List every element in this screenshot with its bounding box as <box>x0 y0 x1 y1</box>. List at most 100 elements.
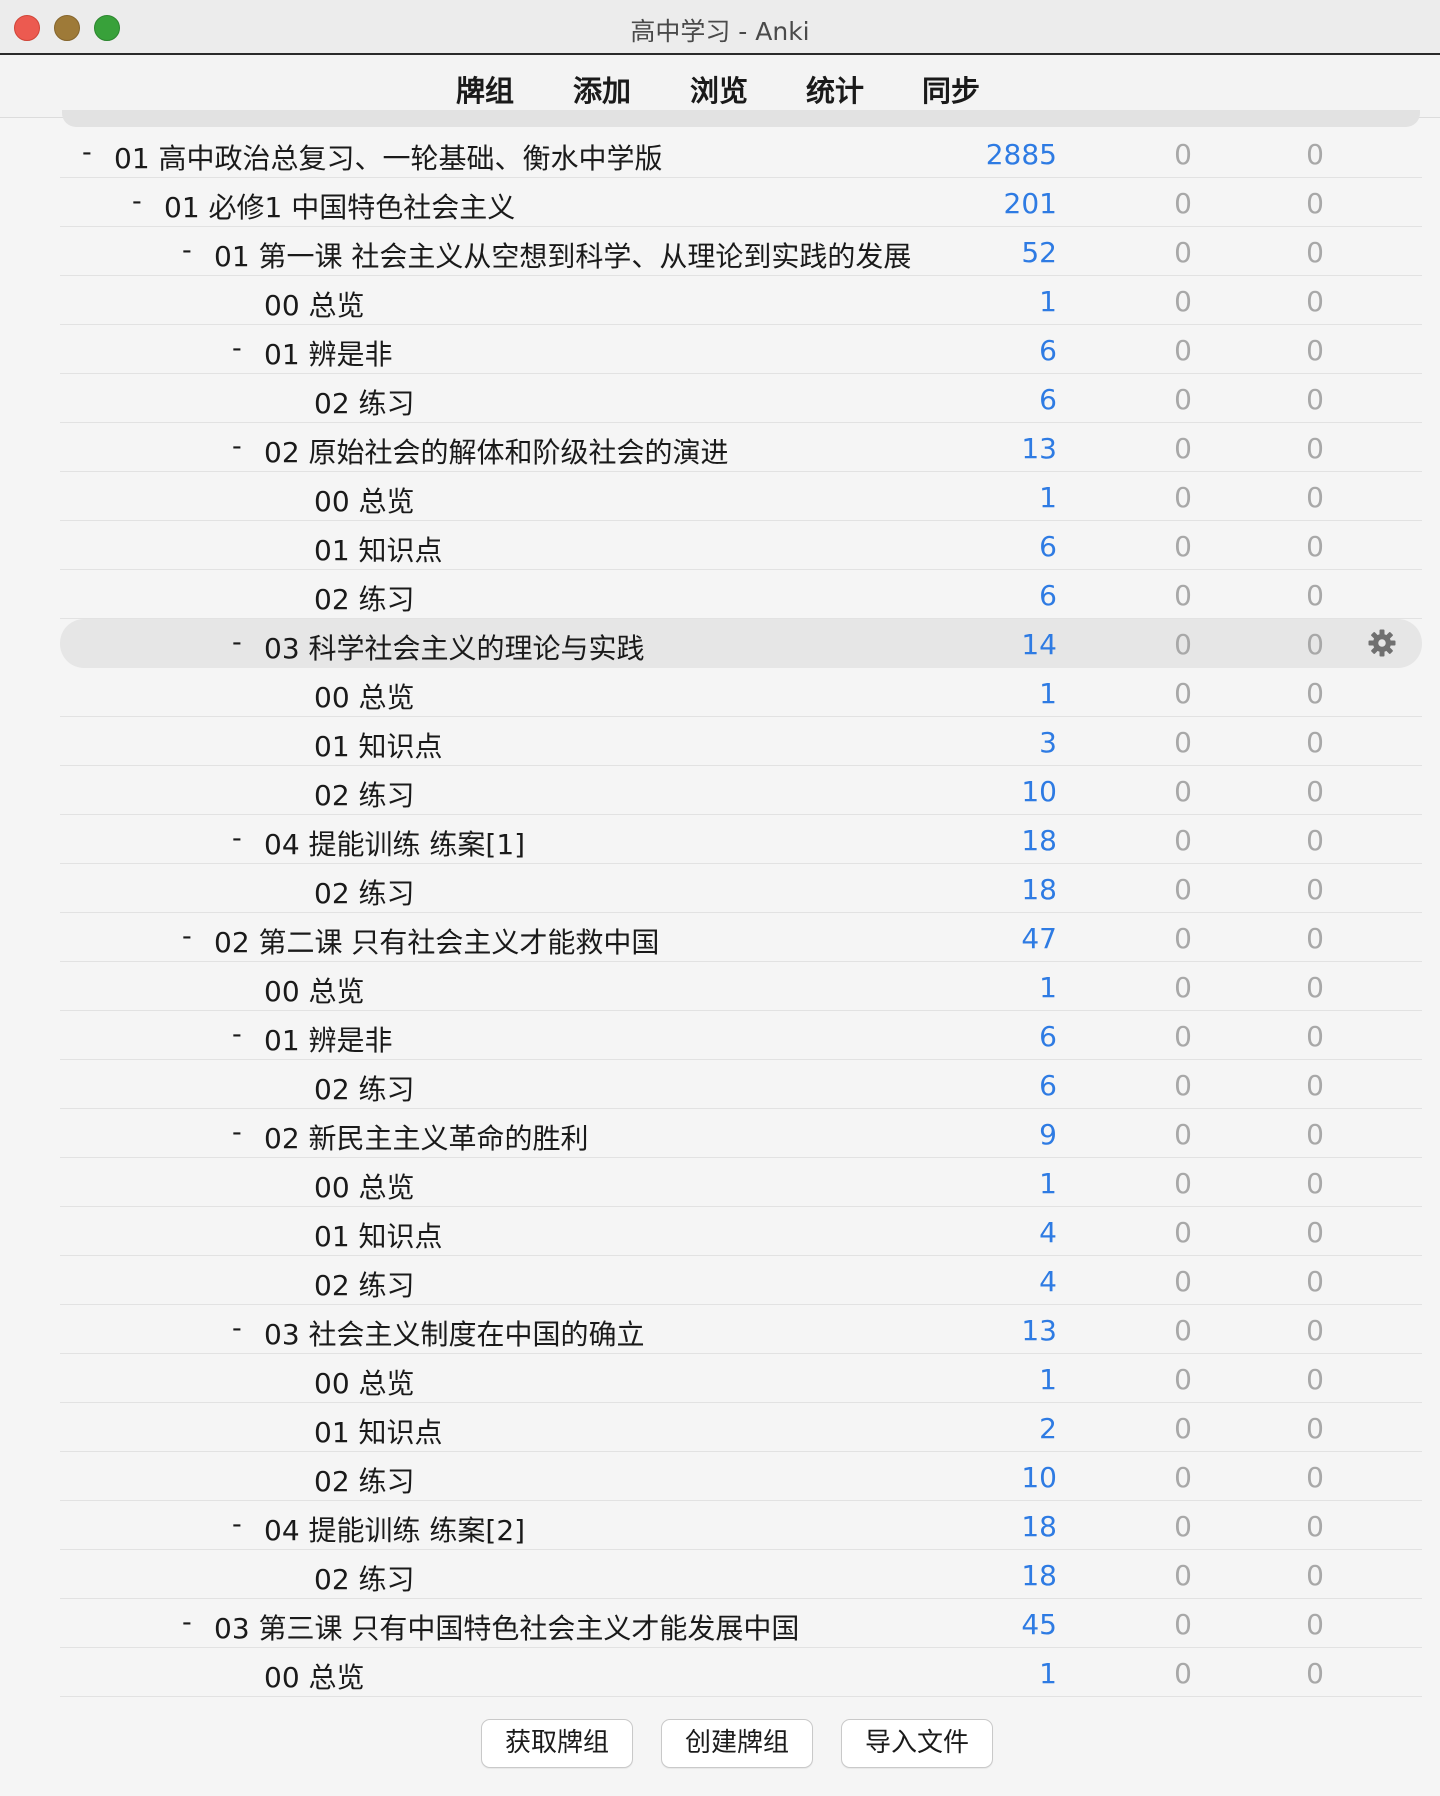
collapse-toggle[interactable]: - <box>232 1509 242 1540</box>
toolbar-sync-button[interactable]: 同步 <box>922 68 980 110</box>
collapse-toggle[interactable]: - <box>182 1607 192 1638</box>
deck-row[interactable]: -01 必修1 中国特色社会主义 201 0 0 <box>60 178 1422 227</box>
deck-row[interactable]: 00 总览 1 0 0 <box>60 962 1422 1011</box>
deck-name[interactable]: 01 第一课 社会主义从空想到科学、从理论到实践的发展 <box>214 235 911 275</box>
deck-name[interactable]: 01 知识点 <box>314 725 443 765</box>
deck-row[interactable]: -01 高中政治总复习、一轮基础、衡水中学版 2885 0 0 <box>60 129 1422 178</box>
create-deck-button[interactable]: 创建牌组 <box>661 1719 813 1768</box>
deck-name[interactable]: 02 练习 <box>314 382 415 422</box>
due-count: 0 <box>1306 971 1324 1004</box>
deck-name[interactable]: 02 练习 <box>314 1558 415 1598</box>
new-count: 45 <box>1021 1608 1057 1641</box>
deck-name[interactable]: 03 科学社会主义的理论与实践 <box>264 627 645 667</box>
collapse-toggle[interactable]: - <box>82 137 92 168</box>
gear-icon[interactable] <box>1367 628 1397 658</box>
deck-name[interactable]: 02 练习 <box>314 1068 415 1108</box>
deck-name[interactable]: 01 知识点 <box>314 1411 443 1451</box>
deck-name[interactable]: 02 练习 <box>314 1460 415 1500</box>
deck-row[interactable]: -02 原始社会的解体和阶级社会的演进 13 0 0 <box>60 423 1422 472</box>
deck-name[interactable]: 00 总览 <box>264 1656 365 1696</box>
deck-row[interactable]: 02 练习 6 0 0 <box>60 570 1422 619</box>
deck-row[interactable]: 02 练习 4 0 0 <box>60 1256 1422 1305</box>
deck-name[interactable]: 04 提能训练 练案[1] <box>264 823 525 863</box>
deck-name[interactable]: 03 第三课 只有中国特色社会主义才能发展中国 <box>214 1607 799 1647</box>
toolbar-stats-button[interactable]: 统计 <box>806 68 864 110</box>
deck-name[interactable]: 01 辨是非 <box>264 1019 393 1059</box>
toolbar-add-button[interactable]: 添加 <box>573 68 631 110</box>
deck-name[interactable]: 01 必修1 中国特色社会主义 <box>164 186 515 226</box>
collapse-toggle[interactable]: - <box>232 333 242 364</box>
deck-name[interactable]: 00 总览 <box>264 970 365 1010</box>
due-count: 0 <box>1306 432 1324 465</box>
learn-count: 0 <box>1174 1167 1192 1200</box>
new-count: 2 <box>1039 1412 1057 1445</box>
deck-row[interactable]: 00 总览 1 0 0 <box>60 1354 1422 1403</box>
deck-row[interactable]: 02 练习 18 0 0 <box>60 1550 1422 1599</box>
collapse-toggle[interactable]: - <box>232 823 242 854</box>
new-count: 2885 <box>985 138 1057 171</box>
deck-name[interactable]: 00 总览 <box>264 284 365 324</box>
learn-count: 0 <box>1174 1461 1192 1494</box>
collapse-toggle[interactable]: - <box>232 1019 242 1050</box>
deck-row[interactable]: 00 总览 1 0 0 <box>60 276 1422 325</box>
deck-name[interactable]: 00 总览 <box>314 1166 415 1206</box>
deck-row[interactable]: 02 练习 10 0 0 <box>60 1452 1422 1501</box>
deck-row[interactable]: -02 新民主主义革命的胜利 9 0 0 <box>60 1109 1422 1158</box>
learn-count: 0 <box>1174 971 1192 1004</box>
deck-name[interactable]: 02 练习 <box>314 872 415 912</box>
collapse-toggle[interactable]: - <box>232 627 242 658</box>
deck-name[interactable]: 00 总览 <box>314 480 415 520</box>
deck-name[interactable]: 02 练习 <box>314 774 415 814</box>
deck-row[interactable]: 00 总览 1 0 0 <box>60 472 1422 521</box>
due-count: 0 <box>1306 873 1324 906</box>
collapse-toggle[interactable]: - <box>232 431 242 462</box>
deck-row[interactable]: 00 总览 1 0 0 <box>60 1158 1422 1207</box>
deck-row[interactable]: 00 总览 1 0 0 <box>60 668 1422 717</box>
toolbar-decks-button[interactable]: 牌组 <box>456 68 514 110</box>
deck-name[interactable]: 02 新民主主义革命的胜利 <box>264 1117 589 1157</box>
deck-row[interactable]: -04 提能训练 练案[1] 18 0 0 <box>60 815 1422 864</box>
deck-name[interactable]: 01 高中政治总复习、一轮基础、衡水中学版 <box>114 137 663 177</box>
deck-name[interactable]: 00 总览 <box>314 1362 415 1402</box>
deck-name[interactable]: 02 练习 <box>314 1264 415 1304</box>
deck-row[interactable]: 01 知识点 4 0 0 <box>60 1207 1422 1256</box>
deck-row[interactable]: -03 社会主义制度在中国的确立 13 0 0 <box>60 1305 1422 1354</box>
deck-name[interactable]: 02 第二课 只有社会主义才能救中国 <box>214 921 659 961</box>
deck-row[interactable]: -04 提能训练 练案[2] 18 0 0 <box>60 1501 1422 1550</box>
get-shared-decks-button[interactable]: 获取牌组 <box>481 1719 633 1768</box>
deck-row[interactable]: 01 知识点 2 0 0 <box>60 1403 1422 1452</box>
deck-name[interactable]: 04 提能训练 练案[2] <box>264 1509 525 1549</box>
deck-row[interactable]: -03 第三课 只有中国特色社会主义才能发展中国 45 0 0 <box>60 1599 1422 1648</box>
title-bar[interactable]: 高中学习 - Anki <box>0 0 1440 55</box>
deck-name[interactable]: 01 知识点 <box>314 1215 443 1255</box>
deck-row[interactable]: -01 第一课 社会主义从空想到科学、从理论到实践的发展 52 0 0 <box>60 227 1422 276</box>
deck-row[interactable]: -01 辨是非 6 0 0 <box>60 1011 1422 1060</box>
deck-row[interactable]: 02 练习 6 0 0 <box>60 374 1422 423</box>
collapse-toggle[interactable]: - <box>182 921 192 952</box>
collapse-toggle[interactable]: - <box>182 235 192 266</box>
toolbar-browse-button[interactable]: 浏览 <box>690 68 748 110</box>
due-count: 0 <box>1306 628 1324 661</box>
deck-name[interactable]: 02 原始社会的解体和阶级社会的演进 <box>264 431 729 471</box>
deck-row[interactable]: -01 辨是非 6 0 0 <box>60 325 1422 374</box>
deck-row[interactable]: 00 总览 1 0 0 <box>60 1648 1422 1697</box>
deck-row[interactable]: 02 练习 6 0 0 <box>60 1060 1422 1109</box>
deck-name[interactable]: 01 知识点 <box>314 529 443 569</box>
deck-row[interactable]: 02 练习 10 0 0 <box>60 766 1422 815</box>
deck-row[interactable]: 02 练习 18 0 0 <box>60 864 1422 913</box>
deck-name[interactable]: 03 社会主义制度在中国的确立 <box>264 1313 645 1353</box>
deck-name[interactable]: 00 总览 <box>314 676 415 716</box>
deck-row[interactable]: 01 知识点 3 0 0 <box>60 717 1422 766</box>
deck-row-selected[interactable]: -03 科学社会主义的理论与实践 14 0 0 <box>60 619 1422 668</box>
collapse-toggle[interactable]: - <box>232 1117 242 1148</box>
import-file-button[interactable]: 导入文件 <box>841 1719 993 1768</box>
deck-name[interactable]: 02 练习 <box>314 578 415 618</box>
collapse-toggle[interactable]: - <box>132 186 142 217</box>
due-count: 0 <box>1306 1461 1324 1494</box>
collapse-toggle[interactable]: - <box>232 1313 242 1344</box>
due-count: 0 <box>1306 1657 1324 1690</box>
deck-row[interactable]: -02 第二课 只有社会主义才能救中国 47 0 0 <box>60 913 1422 962</box>
deck-row[interactable]: 01 知识点 6 0 0 <box>60 521 1422 570</box>
window-title: 高中学习 - Anki <box>630 17 810 46</box>
deck-name[interactable]: 01 辨是非 <box>264 333 393 373</box>
